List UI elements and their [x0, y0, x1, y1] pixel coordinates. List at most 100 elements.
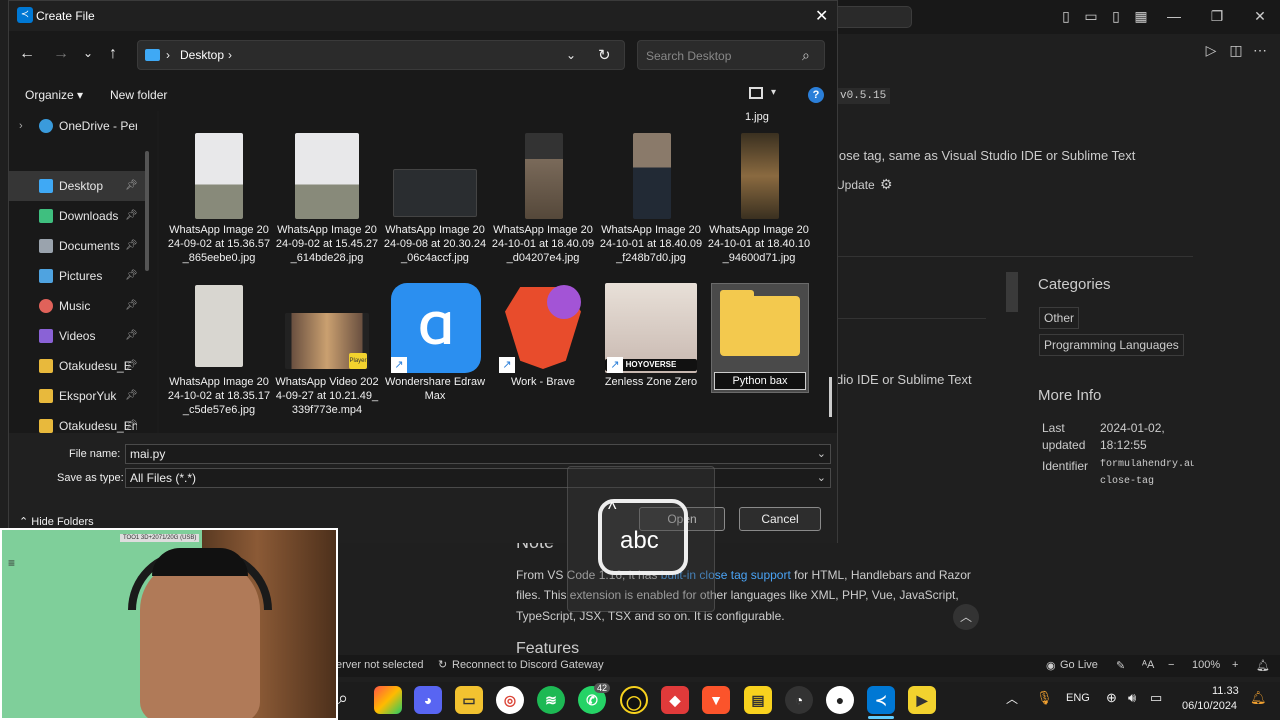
- minimize-icon[interactable]: —: [1166, 8, 1182, 24]
- breadcrumb-desktop[interactable]: Desktop: [180, 48, 224, 62]
- expand-chevron-icon[interactable]: ›: [19, 111, 23, 141]
- forward-arrow-icon[interactable]: →: [53, 45, 69, 63]
- up-arrow-icon[interactable]: ↑: [109, 45, 117, 63]
- file-item[interactable]: Player WhatsApp Video 2024-09-27 at 10.2…: [275, 283, 379, 433]
- zoom-out-icon[interactable]: −: [1168, 659, 1174, 671]
- search-icon[interactable]: ⌕: [802, 47, 810, 64]
- file-item[interactable]: HOYOVERSE ↗ Zenless Zone Zero: [599, 283, 703, 433]
- new-folder-button[interactable]: New folder: [110, 88, 167, 102]
- search-icon[interactable]: ⌕: [338, 688, 348, 709]
- volume-icon[interactable]: 🔊︎: [1128, 690, 1136, 706]
- pencil-icon[interactable]: ✎: [1116, 659, 1125, 672]
- save-type-select[interactable]: All Files (*.*) ⌄: [125, 468, 831, 488]
- recent-locations-chevron-icon[interactable]: ⌄: [83, 46, 93, 60]
- address-bar[interactable]: › Desktop › ⌄ ↻: [137, 40, 625, 70]
- close-window-icon[interactable]: ✕: [1252, 8, 1268, 24]
- help-icon[interactable]: ?: [808, 87, 824, 103]
- show-hidden-icons[interactable]: ︿: [1006, 690, 1018, 707]
- address-dropdown-icon[interactable]: ⌄: [566, 48, 576, 62]
- file-item[interactable]: WhatsApp Image 2024-09-08 at 20.30.24_06…: [383, 131, 487, 281]
- battery-icon[interactable]: ▭: [1150, 690, 1162, 706]
- notifications-icon[interactable]: 🔔︎: [1256, 659, 1270, 672]
- player-icon[interactable]: ▶: [908, 686, 936, 714]
- server-status[interactable]: erver not selected: [336, 659, 423, 671]
- category-tag-programming[interactable]: Programming Languages: [1039, 334, 1184, 356]
- file-item[interactable]: WhatsApp Image 2024-10-01 at 18.40.09_f2…: [599, 131, 703, 281]
- scrollbar-thumb[interactable]: [1006, 272, 1018, 312]
- file-item[interactable]: WhatsApp Image 2024-09-02 at 15.36.57_86…: [167, 131, 271, 281]
- vscode-command-center[interactable]: [836, 6, 912, 28]
- zoom-level[interactable]: 100%: [1192, 659, 1220, 671]
- run-icon[interactable]: ▷: [1203, 42, 1219, 58]
- sidebar-item-eksporyuk[interactable]: EksporYuk 📌︎: [9, 381, 149, 411]
- file-list-scrollbar[interactable]: [829, 377, 832, 417]
- customize-layout-icon[interactable]: ▦: [1133, 8, 1149, 24]
- update-button[interactable]: Update: [836, 178, 875, 192]
- sidebar-item-desktop[interactable]: Desktop 📌︎: [9, 171, 149, 201]
- file-item[interactable]: WhatsApp Image 2024-10-01 at 18.40.10_94…: [707, 131, 811, 281]
- font-size-icon[interactable]: ᴬA: [1142, 659, 1154, 671]
- clock-time[interactable]: 11.33: [1212, 685, 1239, 697]
- language-indicator[interactable]: ENG: [1066, 692, 1090, 704]
- gear-icon[interactable]: ⚙: [880, 176, 893, 193]
- sidebar-item-videos[interactable]: Videos 📌︎: [9, 321, 149, 351]
- obs-icon[interactable]: ◔: [785, 686, 813, 714]
- microphone-icon[interactable]: 🎙︎: [1036, 690, 1053, 706]
- toggle-sidebar-icon[interactable]: ▯: [1058, 8, 1074, 24]
- zoom-in-icon[interactable]: +: [1232, 659, 1238, 671]
- file-name-dropdown-icon[interactable]: ⌄: [817, 447, 826, 460]
- file-item[interactable]: WhatsApp Image 2024-09-02 at 15.45.27_61…: [275, 131, 379, 281]
- maximize-icon[interactable]: ❐: [1209, 8, 1225, 24]
- sidebar-item-onedrive[interactable]: › OneDrive - Perso: [9, 111, 149, 141]
- sticky-notes-icon[interactable]: ▤: [744, 686, 772, 714]
- split-editor-icon[interactable]: ◫: [1228, 42, 1244, 58]
- notification-bell-icon[interactable]: 🔔︎: [1250, 690, 1267, 706]
- file-explorer-icon[interactable]: ▭: [455, 686, 483, 714]
- refresh-icon[interactable]: ↻: [598, 46, 611, 64]
- view-options-icon[interactable]: [749, 87, 763, 99]
- back-arrow-icon[interactable]: ←: [19, 45, 35, 63]
- sidebar-item-downloads[interactable]: Downloads 📌︎: [9, 201, 149, 231]
- rename-input[interactable]: Python bax: [714, 372, 806, 390]
- refresh-icon[interactable]: ↻: [438, 658, 447, 671]
- search-box[interactable]: Search Desktop ⌕: [637, 40, 825, 70]
- brave-icon[interactable]: ▼: [702, 686, 730, 714]
- toggle-secondary-sidebar-icon[interactable]: ▯: [1108, 8, 1124, 24]
- golive-button[interactable]: Go Live: [1060, 659, 1098, 671]
- save-type-dropdown-icon[interactable]: ⌄: [817, 471, 826, 484]
- file-item[interactable]: WhatsApp Image 2024-10-01 at 18.40.09_d0…: [491, 131, 595, 281]
- partial-file-name[interactable]: 1.jpg: [745, 111, 769, 123]
- file-item[interactable]: ↗ Work - Brave: [491, 283, 595, 433]
- organize-button[interactable]: Organize ▾: [25, 88, 83, 102]
- discord-icon[interactable]: ◕: [414, 686, 442, 714]
- file-name-input[interactable]: mai.py ⌄: [125, 444, 831, 464]
- file-item[interactable]: Ɑ ↗ Wondershare EdrawMax: [383, 283, 487, 433]
- category-tag-other[interactable]: Other: [1039, 307, 1080, 329]
- search-input[interactable]: Search Desktop: [646, 49, 731, 63]
- network-icon[interactable]: ⊕: [1106, 690, 1117, 706]
- view-dropdown-icon[interactable]: ▾: [771, 87, 776, 98]
- more-actions-icon[interactable]: ⋯: [1252, 42, 1268, 58]
- anydesk-icon[interactable]: ◆: [661, 686, 689, 714]
- copilot-icon[interactable]: [374, 686, 402, 714]
- sidebar-item-otakudesu-ens[interactable]: Otakudesu_EnS. 📌︎: [9, 411, 149, 433]
- github-icon[interactable]: ●: [826, 686, 854, 714]
- sidebar-item-otakudesu-e[interactable]: Otakudesu_E 📌︎: [9, 351, 149, 381]
- hide-folders-button[interactable]: ⌃ Hide Folders: [19, 515, 94, 528]
- sidebar-scrollbar[interactable]: [145, 151, 149, 271]
- capcut-icon[interactable]: ◯: [620, 686, 648, 714]
- sidebar-item-pictures[interactable]: Pictures 📌︎: [9, 261, 149, 291]
- new-folder-item[interactable]: Python bax: [711, 283, 809, 393]
- toggle-panel-icon[interactable]: ▭: [1083, 8, 1099, 24]
- discord-reconnect[interactable]: Reconnect to Discord Gateway: [452, 659, 604, 671]
- breadcrumb-separator-icon[interactable]: ›: [228, 48, 232, 62]
- scroll-top-icon[interactable]: ︿: [953, 604, 979, 630]
- sidebar-item-music[interactable]: Music 📌︎: [9, 291, 149, 321]
- file-item[interactable]: WhatsApp Image 2024-10-02 at 18.35.17_c5…: [167, 283, 271, 433]
- clock-date[interactable]: 06/10/2024: [1182, 700, 1237, 712]
- chrome-icon[interactable]: ◎: [496, 686, 524, 714]
- close-dialog-icon[interactable]: ✕: [815, 6, 828, 26]
- vscode-taskbar-icon[interactable]: ≺: [867, 686, 895, 714]
- spotify-icon[interactable]: ≋: [537, 686, 565, 714]
- sidebar-item-documents[interactable]: Documents 📌︎: [9, 231, 149, 261]
